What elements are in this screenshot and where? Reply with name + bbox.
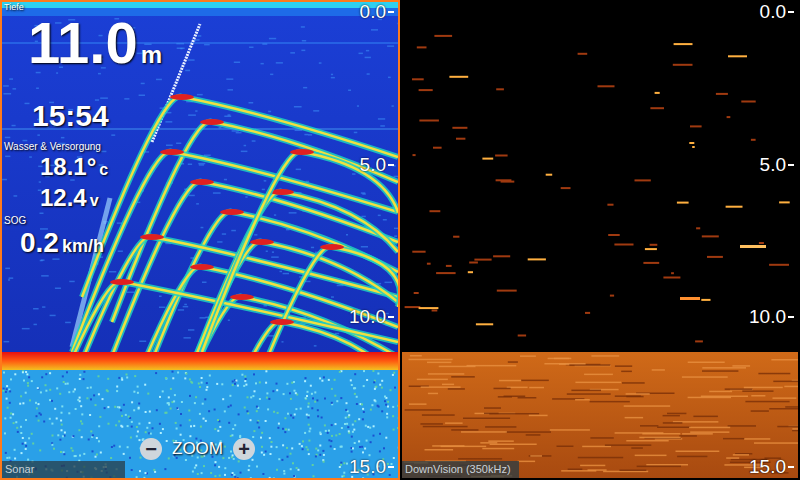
depth-scale-text: 10.0 [749,306,786,328]
depth-scale-text: 15.0 [749,456,786,478]
zoom-in-button[interactable]: + [233,438,255,460]
scale-tick [788,316,794,318]
scale-tick [388,11,394,13]
depth-scale-label: 0.0 [360,1,394,23]
depth-unit: m [141,25,162,85]
water-label: Wasser & Versorgung [4,141,162,153]
temperature-unit: c [99,156,108,184]
depth-scale-label: 10.0 [349,306,394,328]
depth-scale-text: 15.0 [349,456,386,478]
sonar-panel[interactable]: 0.0 5.0 10.0 15.0 Sonar Tiefe11.0m 15:54 Wasser… [0,0,400,480]
clock: 15:54 [4,99,162,133]
depth-reading: 11.0m [4,13,162,85]
temperature-reading: 18.1°c [4,153,162,184]
depth-scale-text: 0.0 [360,1,386,23]
sog-unit: km/h [62,230,104,262]
scale-tick [788,164,794,166]
depth-scale-text: 10.0 [349,306,386,328]
depth-scale-label: 15.0 [349,456,394,478]
depth-scale-text: 5.0 [760,154,786,176]
downvision-panel[interactable]: 0.0 5.0 10.0 15.0 DownVision (350kHz) [400,0,800,480]
voltage-unit: v [90,187,99,215]
voltage-value: 12.4 [40,184,87,212]
zoom-control: −ZOOM + [140,438,255,460]
voltage-reading: 12.4v [4,184,162,215]
panel-label: DownVision (350kHz) [402,461,519,478]
scale-tick [388,164,394,166]
depth-scale-label: 15.0 [749,456,794,478]
depth-scale-text: 0.0 [760,1,786,23]
data-overlay: Tiefe11.0m 15:54 Wasser & Versorgung18.1°c… [4,2,162,262]
depth-scale-label: 5.0 [760,154,794,176]
panel-label: Sonar [2,461,125,478]
depth-scale-label: 10.0 [749,306,794,328]
scale-tick [788,466,794,468]
temperature-value: 18.1° [40,153,96,181]
scale-tick [388,316,394,318]
depth-label: Tiefe [4,2,162,13]
scale-tick [788,11,794,13]
sog-label: SOG [4,215,162,227]
sog-value: 0.2 [20,227,59,259]
sog-reading: 0.2km/h [4,227,162,262]
depth-value: 11.0 [28,13,138,73]
depth-scale-label: 5.0 [360,154,394,176]
zoom-out-button[interactable]: − [140,438,162,460]
depth-scale-label: 0.0 [760,1,794,23]
zoom-label: ZOOM [172,439,223,459]
depth-scale-text: 5.0 [360,154,386,176]
scale-tick [388,466,394,468]
sonar-display: 0.0 5.0 10.0 15.0 Sonar Tiefe11.0m 15:54 Wasser… [0,0,800,480]
